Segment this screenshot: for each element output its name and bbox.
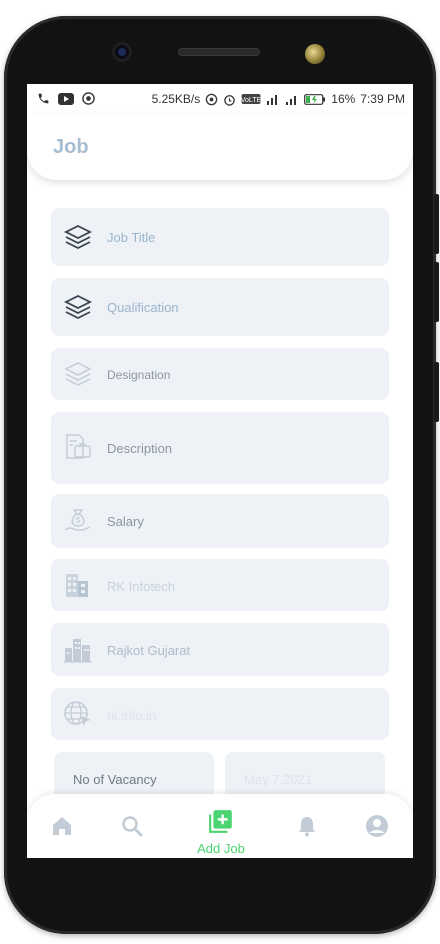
svg-text:VoLTE: VoLTE: [241, 97, 261, 104]
battery-percent: 16%: [331, 92, 356, 106]
volume-down-button: [434, 362, 439, 422]
building-icon: [66, 574, 88, 597]
add-box-icon: [209, 810, 232, 833]
signal-icon: [286, 96, 297, 105]
app-screen: 5.25KB/s VoLTE 16% 7:39 PM Job Job Title…: [27, 84, 413, 858]
signal-lte-icon: [267, 95, 278, 105]
earpiece-speaker: [178, 48, 260, 56]
status-bar: 5.25KB/s VoLTE 16% 7:39 PM: [27, 84, 413, 114]
app-header: Job: [27, 114, 413, 180]
briefcase-document-icon: [66, 434, 91, 459]
globe-cursor-icon: [64, 701, 91, 726]
network-speed: 5.25KB/s: [151, 92, 201, 106]
location-value: Rajkot Gujarat: [107, 643, 191, 658]
home-icon[interactable]: [50, 814, 74, 838]
qualification-placeholder: Qualification: [107, 300, 179, 315]
add-job-tab[interactable]: Add Job: [191, 808, 251, 856]
description-field[interactable]: Description: [51, 412, 389, 484]
youtube-icon: [58, 92, 74, 105]
layers-icon: [63, 224, 93, 250]
proximity-sensor: [305, 44, 325, 64]
record-icon: [82, 92, 95, 105]
date-value: May 7,2021: [244, 772, 312, 787]
front-camera: [112, 42, 132, 62]
profile-icon[interactable]: [365, 814, 389, 838]
alarm-icon: [224, 94, 236, 106]
salary-placeholder: Salary: [107, 514, 144, 529]
designation-placeholder: Designation: [107, 368, 171, 382]
job-title-placeholder: Job Title: [107, 230, 156, 245]
designation-field[interactable]: Designation: [51, 348, 389, 400]
company-value: RK Infotech: [107, 579, 175, 594]
layers-icon: [64, 362, 92, 386]
search-icon[interactable]: [120, 814, 144, 838]
description-placeholder: Description: [107, 441, 173, 456]
phone-icon: [38, 93, 49, 104]
website-field[interactable]: rk.info.in: [51, 688, 389, 740]
salary-field[interactable]: $ Salary: [51, 494, 389, 548]
bottom-navigation: Add Job: [27, 794, 413, 858]
power-button: [434, 194, 439, 254]
qualification-field[interactable]: Qualification: [51, 278, 389, 336]
battery-charging-icon: [304, 93, 326, 105]
volte-icon: VoLTE: [241, 94, 261, 104]
volume-up-button: [434, 262, 439, 322]
vacancy-placeholder: No of Vacancy: [73, 772, 157, 787]
page-title: Job: [53, 136, 89, 158]
clock: 7:39 PM: [360, 92, 405, 106]
location-field[interactable]: Rajkot Gujarat: [51, 623, 389, 676]
job-title-field[interactable]: Job Title: [51, 208, 389, 266]
add-job-label: Add Job: [197, 841, 245, 856]
layers-icon: [63, 294, 93, 320]
website-value: rk.info.in: [107, 708, 157, 723]
bell-icon[interactable]: [295, 814, 319, 838]
company-field[interactable]: RK Infotech: [51, 559, 389, 611]
svg-text:$: $: [76, 516, 81, 525]
hotspot-icon: [206, 93, 218, 105]
city-icon: [64, 639, 92, 663]
money-bag-hand-icon: $: [64, 509, 91, 531]
